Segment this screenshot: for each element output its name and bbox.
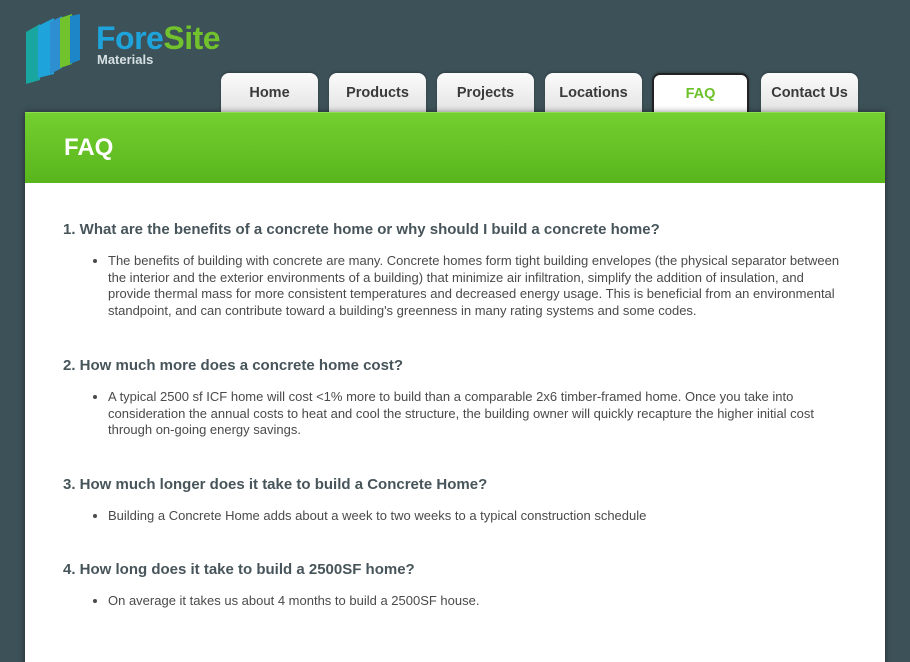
content-panel: FAQ 1. What are the benefits of a concre… <box>25 112 885 662</box>
faq-answer-list: A typical 2500 sf ICF home will cost <1%… <box>63 389 847 439</box>
tab-products[interactable]: Products <box>329 73 426 113</box>
faq-answer: Building a Concrete Home adds about a we… <box>108 508 847 525</box>
page: ForeSite Materials Home Products Project… <box>0 0 910 662</box>
brand-name: ForeSite <box>96 20 221 56</box>
faq-question: 2. How much more does a concrete home co… <box>63 357 404 374</box>
faq-content: 1. What are the benefits of a concrete h… <box>25 183 885 610</box>
foresite-logo[interactable]: ForeSite Materials <box>24 14 244 86</box>
faq-item: 2. How much more does a concrete home co… <box>63 357 847 439</box>
page-title: FAQ <box>64 134 114 161</box>
tab-locations[interactable]: Locations <box>545 73 642 113</box>
faq-item: 4. How long does it take to build a 2500… <box>63 561 847 610</box>
faq-answer: The benefits of building with concrete a… <box>108 253 847 319</box>
faq-answer-list: On average it takes us about 4 months to… <box>63 593 847 610</box>
faq-answer: A typical 2500 sf ICF home will cost <1%… <box>108 389 847 439</box>
faq-question: 3. How much longer does it take to build… <box>63 475 488 493</box>
faq-question: 4. How long does it take to build a 2500… <box>63 561 415 578</box>
tab-home[interactable]: Home <box>221 73 318 113</box>
faq-item: 3. How much longer does it take to build… <box>63 476 847 525</box>
tab-faq[interactable]: FAQ <box>652 73 749 113</box>
tab-projects[interactable]: Projects <box>437 73 534 113</box>
tab-contact-us[interactable]: Contact Us <box>761 73 858 113</box>
page-banner: FAQ <box>25 112 885 183</box>
brand-subtitle: Materials <box>97 52 154 67</box>
faq-answer: On average it takes us about 4 months to… <box>108 593 847 610</box>
faq-question: 1. What are the benefits of a concrete h… <box>63 221 660 238</box>
faq-answer-list: Building a Concrete Home adds about a we… <box>63 508 847 525</box>
brand-name-part1: Fore <box>96 20 164 56</box>
logo-mark-icon <box>26 14 80 84</box>
faq-item: 1. What are the benefits of a concrete h… <box>63 221 847 319</box>
faq-answer-list: The benefits of building with concrete a… <box>63 253 847 319</box>
brand-name-part2: Site <box>163 20 221 56</box>
